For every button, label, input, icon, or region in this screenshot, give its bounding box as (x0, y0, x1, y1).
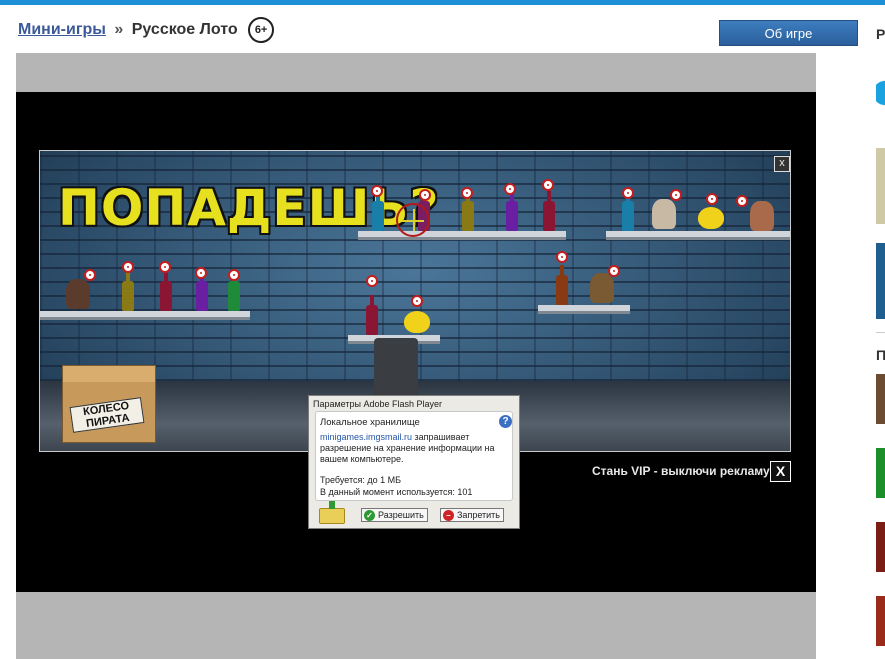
help-icon[interactable]: ? (499, 415, 512, 428)
target[interactable] (622, 187, 634, 199)
target[interactable] (670, 189, 682, 201)
bottle[interactable] (462, 191, 474, 231)
target[interactable] (411, 295, 423, 307)
target[interactable] (228, 269, 240, 281)
portrait-target[interactable] (66, 279, 90, 309)
bottle[interactable] (622, 191, 634, 231)
sidebar-thumb-2[interactable] (876, 148, 885, 224)
vip-promo-text[interactable]: Стань VIP - выключи рекламу (592, 464, 770, 478)
pistol-icon (374, 338, 418, 398)
box-label: КОЛЕСО ПИРАТА (69, 397, 145, 433)
sidebar-thumb-6[interactable] (876, 522, 885, 572)
sidebar-thumb-3[interactable] (876, 243, 885, 319)
duck-target[interactable] (698, 207, 724, 229)
deny-icon: – (443, 510, 454, 521)
sidebar-thumb-7[interactable] (876, 596, 885, 646)
bottle[interactable] (366, 295, 378, 335)
bottle[interactable] (506, 191, 518, 231)
dialog-heading: Локальное хранилище (320, 417, 420, 428)
portrait-target[interactable] (750, 201, 774, 231)
flash-settings-dialog: Параметры Adobe Flash Player Локальное х… (308, 395, 520, 529)
portrait-target[interactable] (652, 199, 676, 229)
sidebar-heading-mid: П (876, 347, 885, 363)
folder-download-icon (319, 501, 345, 524)
crosshair-icon (396, 203, 430, 237)
age-rating-badge: 6+ (248, 17, 275, 43)
target[interactable] (461, 187, 473, 199)
target[interactable] (371, 185, 383, 197)
shelf (538, 305, 630, 314)
sidebar-thumb-5[interactable] (876, 448, 885, 498)
shelf (358, 231, 566, 240)
pirate-box: КОЛЕСО ПИРАТА (62, 365, 156, 443)
game-frame-bottom (16, 592, 816, 659)
target[interactable] (419, 189, 431, 201)
duck-target[interactable] (404, 311, 430, 333)
shelf (606, 231, 790, 240)
target[interactable] (366, 275, 378, 287)
breadcrumb-link-minigames[interactable]: Мини-игры (18, 21, 106, 38)
deny-label: Запретить (457, 510, 500, 520)
check-icon: ✓ (364, 510, 375, 521)
target[interactable] (542, 179, 554, 191)
sidebar-thumb-1[interactable] (876, 55, 885, 131)
sidebar-divider (876, 332, 885, 333)
bottle[interactable] (556, 265, 568, 305)
target[interactable] (556, 251, 568, 263)
shelf (40, 311, 250, 320)
page-title: Русское Лото (131, 21, 238, 39)
target[interactable] (736, 195, 748, 207)
bottle[interactable] (160, 271, 172, 311)
game-frame-top (16, 53, 816, 92)
breadcrumb-separator: » (114, 21, 124, 39)
target[interactable] (608, 265, 620, 277)
sidebar-heading-top: Р (876, 26, 885, 42)
target[interactable] (84, 269, 96, 281)
target[interactable] (122, 261, 134, 273)
target[interactable] (504, 183, 516, 195)
about-game-button[interactable]: Об игре (719, 20, 858, 46)
bottle[interactable] (196, 271, 208, 311)
allow-button[interactable]: ✓ Разрешить (361, 508, 428, 522)
dialog-title: Параметры Adobe Flash Player (313, 399, 443, 409)
portrait-target[interactable] (590, 273, 614, 303)
close-ad-button[interactable]: X (770, 461, 791, 482)
target[interactable] (195, 267, 207, 279)
bottle[interactable] (228, 271, 240, 311)
target[interactable] (706, 193, 718, 205)
bottle[interactable] (543, 191, 555, 231)
bottle[interactable] (122, 271, 134, 311)
target[interactable] (159, 261, 171, 273)
sidebar-thumb-4[interactable] (876, 374, 885, 424)
ad-close-icon[interactable]: x (774, 156, 790, 172)
storage-required: Требуется: до 1 МБ (320, 475, 402, 485)
top-accent-bar (0, 0, 885, 5)
bottle[interactable] (372, 191, 384, 231)
dialog-content: Локальное хранилище ? minigames.imgsmail… (315, 411, 513, 501)
dialog-message: minigames.imgsmail.ru запрашивает разреш… (320, 432, 510, 465)
breadcrumb: Мини-игры » Русское Лото 6+ (18, 17, 275, 43)
host-name: minigames.imgsmail.ru (320, 432, 413, 442)
storage-in-use: В данный момент используется: 101 (320, 487, 473, 497)
allow-label: Разрешить (378, 510, 424, 520)
deny-button[interactable]: – Запретить (440, 508, 504, 522)
